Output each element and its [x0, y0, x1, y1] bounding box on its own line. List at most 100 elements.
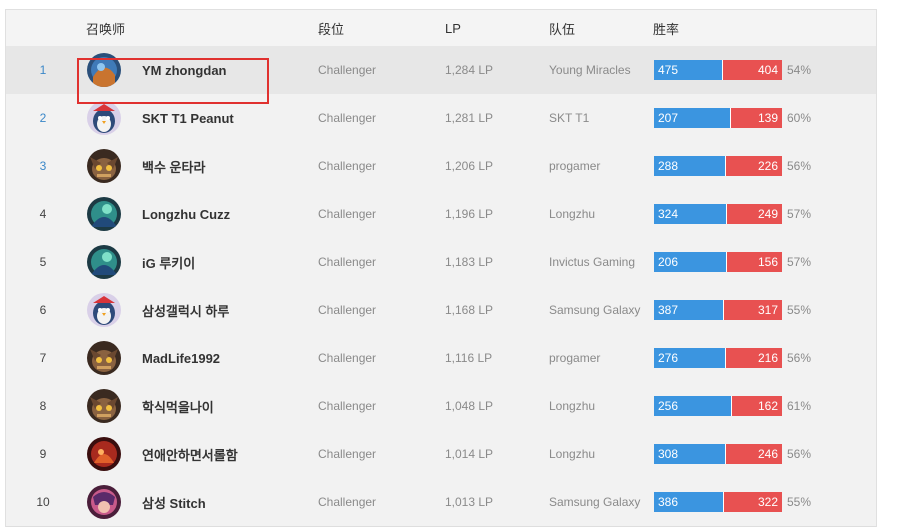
rank-number: 5	[39, 255, 47, 269]
winrate-bar: 288 226	[654, 156, 782, 176]
winrate-cell: 386 322 55%	[654, 478, 864, 526]
wins-count: 207	[654, 108, 731, 128]
winrate-bar: 206 156	[654, 252, 782, 272]
penguin-avatar[interactable]	[87, 101, 121, 135]
wins-count: 308	[654, 444, 726, 464]
table-row[interactable]: 10 삼성 Stitch Challenger 1,013 LP Samsung…	[6, 478, 876, 527]
lp-value: 1,196 LP	[445, 207, 494, 221]
winrate-percent: 55%	[787, 303, 812, 317]
summoner-name[interactable]: iG 루키이	[142, 238, 195, 286]
winrate-bar: 276 216	[654, 348, 782, 368]
table-row[interactable]: 6 삼성갤럭시 하루 Challenger 1,168 LP Samsung G…	[6, 286, 876, 335]
winrate-percent: 56%	[787, 351, 812, 365]
winrate-cell: 387 317 55%	[654, 286, 864, 334]
table-row[interactable]: 1 YM zhongdan Challenger 1,284 LP Young …	[6, 46, 876, 95]
green-champion-avatar[interactable]	[87, 197, 121, 231]
losses-count: 139	[731, 108, 782, 128]
header-lp: LP	[445, 20, 461, 36]
table-row[interactable]: 9 연애안하면서롤함 Challenger 1,014 LP Longzhu 3…	[6, 430, 876, 479]
table-row[interactable]: 4 Longzhu Cuzz Challenger 1,196 LP Longz…	[6, 190, 876, 239]
team-name: progamer	[549, 351, 601, 365]
lp-value: 1,013 LP	[445, 495, 494, 509]
summoner-name[interactable]: 학식먹을나이	[142, 382, 214, 430]
winrate-bar: 386 322	[654, 492, 782, 512]
header-tier: 段位	[318, 21, 345, 37]
winrate-cell: 276 216 56%	[654, 334, 864, 382]
rank-number: 6	[39, 303, 47, 317]
summoner-name[interactable]: 삼성갤럭시 하루	[142, 286, 229, 334]
winrate-percent: 57%	[787, 255, 812, 269]
winrate-cell: 324 249 57%	[654, 190, 864, 238]
winrate-bar: 475 404	[654, 60, 782, 80]
winrate-percent: 55%	[787, 495, 812, 509]
summoner-name[interactable]: MadLife1992	[142, 334, 220, 382]
team-name: Invictus Gaming	[549, 255, 636, 269]
rank-number[interactable]: 3	[28, 142, 58, 190]
wins-count: 288	[654, 156, 726, 176]
green-champion-avatar[interactable]	[87, 245, 121, 279]
lp-value: 1,183 LP	[445, 255, 494, 269]
tier-label: Challenger	[318, 255, 377, 269]
team-name: Longzhu	[549, 447, 596, 461]
table-row[interactable]: 7 MadLife1992 Challenger 1,116 LP progam…	[6, 334, 876, 383]
wins-count: 206	[654, 252, 727, 272]
team-name: Samsung Galaxy	[549, 495, 641, 509]
lp-value: 1,014 LP	[445, 447, 494, 461]
lp-value: 1,284 LP	[445, 63, 494, 77]
winrate-percent: 56%	[787, 447, 812, 461]
losses-count: 246	[726, 444, 782, 464]
winrate-cell: 475 404 54%	[654, 46, 864, 94]
summoner-name[interactable]: SKT T1 Peanut	[142, 94, 234, 142]
winrate-cell: 206 156 57%	[654, 238, 864, 286]
pink-champion-avatar[interactable]	[87, 485, 121, 519]
rank-number[interactable]: 1	[28, 46, 58, 94]
wins-count: 386	[654, 492, 724, 512]
winrate-bar: 207 139	[654, 108, 782, 128]
summoner-name[interactable]: Longzhu Cuzz	[142, 190, 230, 238]
tier-label: Challenger	[318, 351, 377, 365]
winrate-cell: 308 246 56%	[654, 430, 864, 478]
tier-label: Challenger	[318, 111, 377, 125]
rank-number: 10	[36, 495, 50, 509]
winrate-cell: 207 139 60%	[654, 94, 864, 142]
team-name: SKT T1	[549, 111, 590, 125]
team-name: Longzhu	[549, 207, 596, 221]
summoner-name[interactable]: 삼성 Stitch	[142, 478, 206, 526]
losses-count: 249	[727, 204, 782, 224]
lp-value: 1,048 LP	[445, 399, 494, 413]
winrate-bar: 387 317	[654, 300, 782, 320]
wins-count: 276	[654, 348, 726, 368]
team-name: Young Miracles	[549, 63, 631, 77]
header-winrate: 胜率	[653, 21, 680, 37]
table-row[interactable]: 2 SKT T1 Peanut Challenger 1,281 LP SKT …	[6, 94, 876, 143]
losses-count: 317	[724, 300, 782, 320]
rank-number[interactable]: 2	[28, 94, 58, 142]
summoner-name[interactable]: YM zhongdan	[142, 46, 227, 94]
table-row[interactable]: 5 iG 루키이 Challenger 1,183 LP Invictus Ga…	[6, 238, 876, 287]
lp-value: 1,206 LP	[445, 159, 494, 173]
losses-count: 226	[726, 156, 782, 176]
table-row[interactable]: 8 학식먹을나이 Challenger 1,048 LP Longzhu 256…	[6, 382, 876, 431]
tier-label: Challenger	[318, 495, 377, 509]
lp-value: 1,168 LP	[445, 303, 494, 317]
tier-label: Challenger	[318, 63, 377, 77]
summoner-name[interactable]: 백수 운타라	[142, 142, 205, 190]
rank-number: 4	[39, 207, 47, 221]
summoner-name[interactable]: 연애안하면서롤함	[142, 430, 238, 478]
rank-number: 9	[39, 447, 47, 461]
rank-number: 8	[39, 399, 47, 413]
winrate-percent: 57%	[787, 207, 812, 221]
wins-count: 387	[654, 300, 724, 320]
table-row[interactable]: 3 백수 운타라 Challenger 1,206 LP progamer 28…	[6, 142, 876, 191]
yordle-avatar[interactable]	[87, 149, 121, 183]
penguin-avatar[interactable]	[87, 293, 121, 327]
yordle-avatar[interactable]	[87, 389, 121, 423]
blue-champion-avatar[interactable]	[87, 53, 121, 87]
table-header: 召唤师 段位 LP 队伍 胜率	[6, 10, 876, 47]
lp-value: 1,116 LP	[445, 351, 493, 365]
losses-count: 216	[726, 348, 782, 368]
wins-count: 256	[654, 396, 732, 416]
yordle-avatar[interactable]	[87, 341, 121, 375]
winrate-percent: 56%	[787, 159, 812, 173]
red-champion-avatar[interactable]	[87, 437, 121, 471]
